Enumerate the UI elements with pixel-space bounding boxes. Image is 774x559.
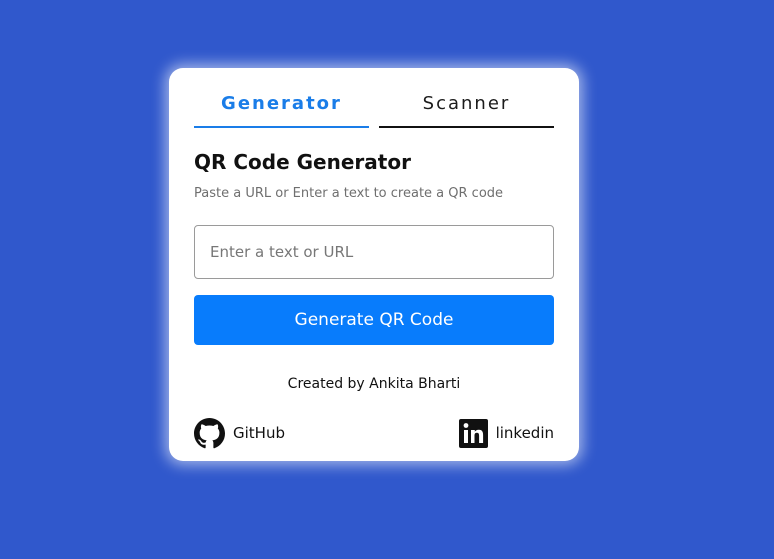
linkedin-link[interactable]: linkedin [458,417,554,449]
qr-text-input[interactable] [194,225,554,279]
tab-generator[interactable]: Generator [194,90,369,128]
tab-scanner[interactable]: Scanner [379,90,554,128]
github-link[interactable]: GitHub [194,417,285,449]
github-icon [194,417,225,449]
credit-text: Created by Ankita Bharti [287,376,461,392]
tab-bar: Generator Scanner [194,90,554,128]
page-subtitle: Paste a URL or Enter a text to create a … [194,186,504,201]
linkedin-label: linkedin [495,424,554,442]
generate-qr-button[interactable]: Generate QR Code [194,295,554,345]
page-title: QR Code Generator [194,150,411,174]
qr-card: Generator Scanner QR Code Generator Past… [169,68,579,461]
linkedin-icon [458,418,488,448]
github-label: GitHub [233,424,285,442]
